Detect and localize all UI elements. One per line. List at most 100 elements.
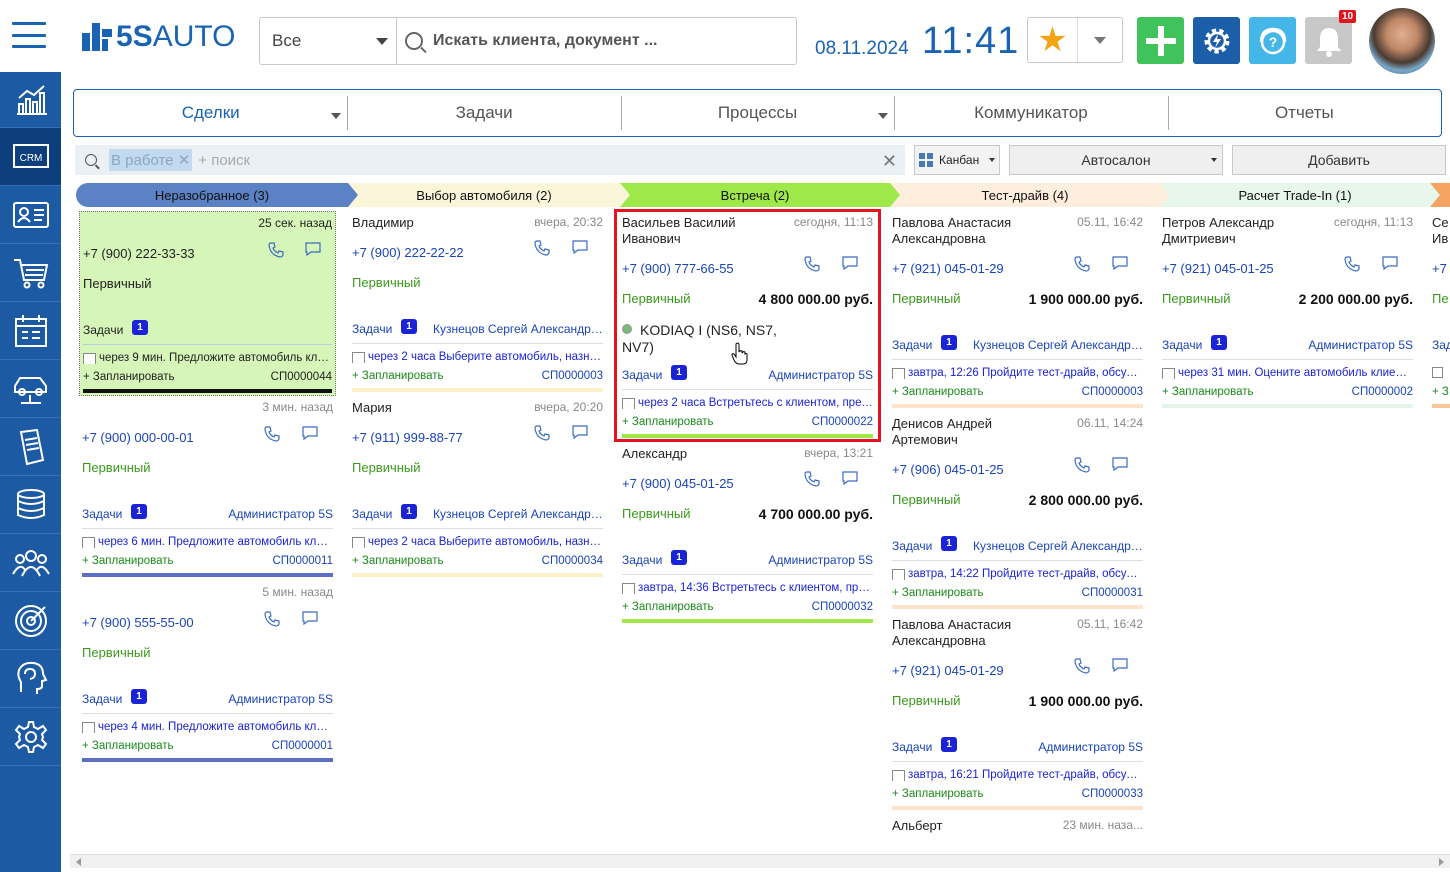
schedule-link[interactable]: + Запланировать bbox=[892, 386, 984, 398]
phone-icon[interactable] bbox=[1074, 457, 1090, 473]
settings-button[interactable] bbox=[1193, 17, 1240, 64]
task-checkbox[interactable] bbox=[1432, 367, 1443, 378]
tab-tasks[interactable]: Задачи bbox=[347, 90, 620, 136]
deal-card[interactable]: 5 мин. назад +7 (900) 555-55-00 Первичны… bbox=[82, 585, 333, 765]
sidebar-item-settings[interactable] bbox=[0, 708, 61, 766]
schedule-link[interactable]: + Запланировать bbox=[82, 555, 174, 567]
message-icon[interactable] bbox=[842, 256, 858, 270]
card-phone[interactable]: +7 (900) 045-01-25 bbox=[622, 476, 734, 491]
card-tasks-link[interactable]: Зад bbox=[1432, 338, 1450, 352]
deal-card[interactable]: Павлова Анастасия Александровна 05.11, 1… bbox=[892, 215, 1143, 410]
card-phone[interactable]: +7 (921) 045-01-29 bbox=[892, 261, 1004, 276]
schedule-link[interactable]: + Запланировать bbox=[1162, 386, 1254, 398]
sidebar-item-car-service[interactable] bbox=[0, 360, 61, 418]
card-owner[interactable]: Администратор 5S bbox=[228, 692, 333, 706]
deal-card[interactable]: Владимир вчера, 20:32 +7 (900) 222-22-22… bbox=[352, 215, 603, 395]
deal-card[interactable]: Павлова Анастасия Александровна 05.11, 1… bbox=[892, 617, 1143, 812]
add-button[interactable] bbox=[1137, 17, 1184, 64]
card-phone[interactable]: +7 (921) 045-01-29 bbox=[892, 663, 1004, 678]
sidebar-item-calendar[interactable] bbox=[0, 302, 61, 360]
phone-icon[interactable] bbox=[804, 256, 820, 272]
sidebar-item-support[interactable] bbox=[0, 650, 61, 708]
deal-card[interactable]: Петров Александр Дмитриевич сегодня, 11:… bbox=[1162, 215, 1413, 410]
schedule-link[interactable]: + Запланировать bbox=[622, 601, 714, 613]
schedule-link[interactable]: + Запланировать bbox=[622, 416, 714, 428]
card-tasks-link[interactable]: Задачи bbox=[82, 507, 122, 521]
deal-card[interactable]: Мария вчера, 20:20 +7 (911) 999-88-77 Пе… bbox=[352, 400, 603, 580]
task-item[interactable]: завтра, 14:22 Пройдите тест-драйв, обсуд… bbox=[892, 568, 1143, 580]
chevron-down-icon[interactable] bbox=[878, 113, 889, 119]
phone-icon[interactable] bbox=[1344, 256, 1360, 272]
sidebar-item-documents[interactable] bbox=[0, 418, 61, 476]
card-phone[interactable]: +7 (900) 555-55-00 bbox=[82, 615, 194, 630]
deal-card[interactable]: 3 мин. назад +7 (900) 000-00-01 Первичны… bbox=[82, 400, 333, 580]
card-tasks-link[interactable]: Задачи bbox=[82, 692, 122, 706]
deal-code[interactable]: СП0000033 bbox=[1082, 788, 1143, 800]
deal-card[interactable]: Альберт 23 мин. наза... bbox=[892, 818, 1143, 848]
sidebar-item-cart[interactable] bbox=[0, 244, 61, 302]
stage-header-meeting[interactable]: Встреча (2) bbox=[620, 183, 900, 207]
card-owner[interactable]: Администратор 5S bbox=[768, 553, 873, 567]
card-owner[interactable]: Администратор 5S bbox=[1038, 740, 1143, 754]
avatar[interactable] bbox=[1369, 8, 1435, 74]
deal-code[interactable]: СП0000003 bbox=[1082, 386, 1143, 398]
horizontal-scrollbar[interactable] bbox=[70, 854, 1450, 868]
card-phone[interactable]: +7 (906) 045-01-25 bbox=[892, 462, 1004, 477]
card-tasks-link[interactable]: Задачи bbox=[352, 507, 392, 521]
deal-code[interactable]: СП0000001 bbox=[272, 740, 333, 752]
schedule-link[interactable]: + Запланировать bbox=[352, 555, 444, 567]
chevron-down-icon[interactable] bbox=[331, 113, 342, 119]
notifications-button[interactable] bbox=[1305, 17, 1352, 64]
task-item[interactable]: завтра, 16:21 Пройдите тест-драйв, обсуд… bbox=[892, 769, 1143, 781]
logo[interactable]: 5SAUTO bbox=[82, 22, 236, 52]
phone-icon[interactable] bbox=[1074, 256, 1090, 272]
card-tasks-link[interactable]: Задачи bbox=[622, 553, 662, 567]
card-phone[interactable]: +7 (900) 000-00-01 bbox=[82, 430, 194, 445]
card-phone[interactable]: +7 (900) 777-66-55 bbox=[622, 261, 734, 276]
sidebar-item-finance[interactable] bbox=[0, 476, 61, 534]
task-item[interactable]: завтра, 14:36 Встретьтесь с клиентом, пр… bbox=[622, 582, 873, 594]
deal-card[interactable]: Александр вчера, 13:21 +7 (900) 045-01-2… bbox=[622, 446, 873, 626]
phone-icon[interactable] bbox=[264, 426, 280, 442]
card-owner[interactable]: Кузнецов Сергей Александров... bbox=[433, 322, 603, 336]
card-client-name[interactable]: Петров Александр Дмитриевич bbox=[1162, 215, 1322, 247]
deal-card[interactable]: 25 сек. назад +7 (900) 222-33-33 Первичн… bbox=[79, 211, 336, 396]
card-client-name[interactable]: Се Ив bbox=[1432, 215, 1450, 247]
sidebar-item-contacts[interactable] bbox=[0, 186, 61, 244]
deal-card[interactable]: Денисов Андрей Артемович 06.11, 14:24 +7… bbox=[892, 416, 1143, 611]
card-client-name[interactable]: Владимир bbox=[352, 215, 512, 231]
stage-header-unsorted[interactable]: Неразобранное (3) bbox=[76, 183, 358, 207]
phone-icon[interactable] bbox=[1074, 658, 1090, 674]
schedule-link[interactable]: + Запланировать bbox=[892, 587, 984, 599]
task-item[interactable]: через 6 мин. Предложите автомобиль клиен… bbox=[82, 536, 333, 548]
card-owner[interactable]: Администратор 5S bbox=[768, 368, 873, 382]
card-tasks-link[interactable]: Задачи bbox=[1162, 338, 1202, 352]
schedule-link[interactable]: + Запланировать bbox=[82, 740, 174, 752]
task-item[interactable]: завтра, 12:26 Пройдите тест-драйв, обсуд… bbox=[892, 367, 1143, 379]
car-model[interactable]: KODIAQ I (NS6, NS7, NV7) bbox=[622, 322, 792, 356]
filter-search[interactable]: В работе ✕ + поиск ✕ bbox=[75, 145, 905, 175]
deal-code[interactable]: СП0000003 bbox=[542, 370, 603, 382]
card-owner[interactable]: Кузнецов Сергей Александров... bbox=[973, 539, 1143, 553]
message-icon[interactable] bbox=[305, 242, 321, 256]
card-phone[interactable]: +7 bbox=[1432, 261, 1447, 276]
scroll-left-icon[interactable] bbox=[76, 858, 81, 866]
deal-code[interactable]: СП0000034 bbox=[542, 555, 603, 567]
showroom-select[interactable]: Автосалон bbox=[1009, 145, 1223, 175]
phone-icon[interactable] bbox=[534, 240, 550, 256]
task-item[interactable]: через 9 мин. Предложите автомобиль клиен… bbox=[83, 352, 332, 364]
card-owner[interactable]: Администратор 5S bbox=[228, 507, 333, 521]
card-owner[interactable]: Кузнецов Сергей Александров... bbox=[973, 338, 1143, 352]
card-phone[interactable]: +7 (900) 222-22-22 bbox=[352, 245, 464, 260]
deal-code[interactable]: СП0000032 bbox=[812, 601, 873, 613]
deal-code[interactable]: СП0000002 bbox=[1352, 386, 1413, 398]
tab-reports[interactable]: Отчеты bbox=[1167, 90, 1441, 136]
tab-processes[interactable]: Процессы bbox=[620, 90, 894, 136]
schedule-link[interactable]: + Запланировать bbox=[352, 370, 444, 382]
card-phone[interactable]: +7 (911) 999-88-77 bbox=[352, 430, 463, 445]
message-icon[interactable] bbox=[572, 425, 588, 439]
message-icon[interactable] bbox=[1112, 256, 1128, 270]
tab-deals[interactable]: Сделки bbox=[74, 90, 347, 136]
card-client-name[interactable]: Денисов Андрей Артемович bbox=[892, 416, 1052, 448]
phone-icon[interactable] bbox=[268, 242, 284, 258]
